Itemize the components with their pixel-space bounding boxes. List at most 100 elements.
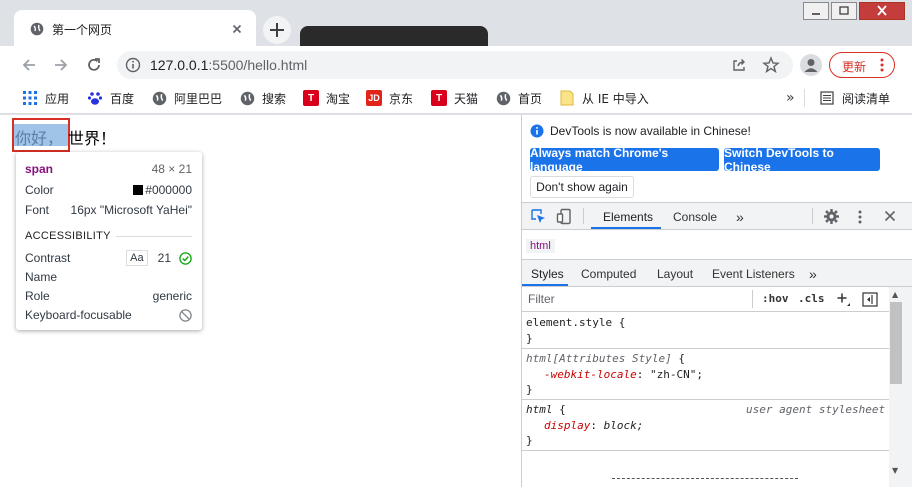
jd-icon: JD [366, 90, 382, 106]
bookmark-label: 应用 [45, 91, 70, 106]
style-declaration[interactable]: display: block; [544, 419, 643, 432]
settings-gear-icon[interactable] [823, 208, 840, 225]
globe-icon [239, 90, 255, 106]
rule-close-brace: } [526, 383, 533, 396]
tab-computed[interactable]: Computed [581, 260, 636, 287]
tab-console[interactable]: Console [673, 203, 717, 230]
bookmark-apps[interactable]: 应用 [22, 88, 69, 108]
bookmark-import-ie[interactable]: 从 IE 中导入 [559, 88, 649, 108]
browser-tab[interactable] [14, 10, 256, 46]
bookmark-baidu[interactable]: 百度 [87, 88, 134, 108]
bookmark-label: 阿里巴巴 [174, 91, 223, 106]
inspect-element-icon[interactable] [530, 208, 547, 225]
always-match-language-button[interactable]: Always match Chrome's language [530, 146, 719, 174]
tooltip-role-value: generic [152, 289, 192, 303]
new-tab-button[interactable] [263, 16, 291, 44]
folder-icon [559, 90, 575, 106]
site-info-icon[interactable] [125, 57, 141, 73]
reload-icon[interactable] [85, 56, 103, 74]
bookmark-home[interactable]: 首页 [495, 88, 542, 108]
bookmark-label: 淘宝 [326, 91, 351, 106]
minimize-button[interactable] [803, 2, 829, 20]
tab-layout[interactable]: Layout [657, 260, 693, 287]
scrollbar-thumb[interactable] [890, 302, 902, 384]
new-style-rule-plus-icon[interactable] [836, 292, 852, 308]
kebab-menu-icon[interactable] [879, 57, 885, 73]
breadcrumb-html[interactable]: html [526, 239, 555, 253]
toggle-cls-button[interactable]: .cls [798, 292, 825, 305]
active-subtab-indicator [522, 284, 568, 286]
forward-arrow-icon[interactable] [52, 56, 70, 74]
rule-selector: html [526, 403, 553, 416]
bookmark-jd[interactable]: JD 京东 [366, 88, 413, 108]
not-focusable-icon [179, 308, 192, 322]
profile-avatar[interactable] [800, 54, 822, 76]
tab-event-listeners[interactable]: Event Listeners [712, 260, 795, 287]
taobao-t-icon: T [303, 90, 319, 106]
box-model-edge [612, 478, 798, 479]
bookmark-tmall[interactable]: T 天猫 [431, 88, 478, 108]
tab-favicon-globe-icon [30, 22, 44, 36]
tooltip-font-value: 16px "Microsoft YaHei" [70, 203, 192, 217]
more-bookmarks-chevron-icon[interactable]: » [786, 90, 795, 106]
rule-selector: element.style [526, 316, 613, 329]
greeting-text: 世界！ [68, 129, 117, 148]
tooltip-separator [116, 236, 192, 237]
tooltip-color-value-wrap: #000000 [133, 183, 192, 197]
device-toolbar-icon[interactable] [556, 208, 573, 225]
style-declaration[interactable]: -webkit-locale: "zh-CN"; [544, 368, 703, 381]
rule-open-brace: { [612, 316, 626, 329]
tab-styles[interactable]: Styles [531, 260, 564, 287]
share-icon[interactable] [731, 57, 747, 73]
close-devtools-icon[interactable] [883, 209, 897, 223]
bookmarks-divider [804, 89, 805, 107]
toggle-hov-button[interactable]: :hov [762, 292, 789, 305]
tab-elements[interactable]: Elements [603, 203, 653, 230]
window-close-button[interactable] [859, 2, 905, 20]
bookmark-label: 搜索 [262, 91, 287, 106]
dont-show-again-button[interactable]: Don't show again [530, 176, 634, 198]
baidu-paw-icon [87, 90, 103, 106]
globe-icon [495, 90, 511, 106]
tooltip-role-label: Role [25, 289, 50, 303]
scroll-down-arrow-icon[interactable]: ▼ [892, 466, 898, 475]
inspect-tooltip: span 48 × 21 Color #000000 Font 16px "Mi… [16, 152, 202, 330]
reading-list-label: 阅读清单 [842, 91, 891, 106]
bookmark-label: 首页 [518, 91, 543, 106]
greeting-highlighted-text: 你好， [15, 129, 64, 148]
style-rule-attributes[interactable]: html[Attributes Style] { [526, 352, 685, 365]
more-tabs-chevron-icon[interactable]: » [736, 203, 744, 230]
bookmark-star-icon[interactable] [762, 56, 780, 74]
colon: : [636, 368, 650, 381]
back-arrow-icon[interactable] [20, 56, 38, 74]
tab-divider [583, 208, 584, 224]
styles-filter-input[interactable] [523, 289, 751, 310]
bookmark-taobao[interactable]: T 淘宝 [303, 88, 350, 108]
bookmark-search[interactable]: 搜索 [239, 88, 286, 108]
toggle-computed-sidebar-icon[interactable] [862, 292, 878, 307]
tab-close-icon[interactable] [230, 22, 244, 36]
dom-tree [522, 230, 912, 260]
bookmark-label: 百度 [110, 91, 135, 106]
switch-to-chinese-button[interactable]: Switch DevTools to Chinese [724, 146, 880, 174]
style-rule-element[interactable]: element.style { [526, 316, 625, 329]
rule-divider [522, 348, 889, 349]
more-subtabs-chevron-icon[interactable]: » [809, 260, 817, 287]
scroll-up-arrow-icon[interactable]: ▲ [892, 290, 898, 299]
background-window-strip [300, 26, 488, 48]
url-host: 127.0.0.1 [150, 57, 209, 73]
tooltip-tag-name: span [25, 162, 54, 176]
url-text[interactable]: 127.0.0.1:5500/hello.html [150, 57, 307, 73]
url-path: :5500/hello.html [208, 57, 308, 73]
maximize-button[interactable] [831, 2, 857, 20]
tooltip-color-value: #000000 [145, 183, 192, 197]
devtools-menu-icon[interactable] [857, 209, 863, 225]
bookmark-alibaba[interactable]: 阿里巴巴 [151, 88, 222, 108]
active-tab-indicator [591, 227, 661, 229]
bookmark-label: 从 IE 中导入 [582, 91, 649, 106]
rule-selector: html[Attributes Style] [526, 352, 672, 365]
reading-list-button[interactable]: 阅读清单 [819, 88, 890, 108]
rule-close-brace: } [526, 434, 533, 447]
style-rule-html[interactable]: html { [526, 403, 566, 416]
page-left-edge [0, 115, 10, 487]
